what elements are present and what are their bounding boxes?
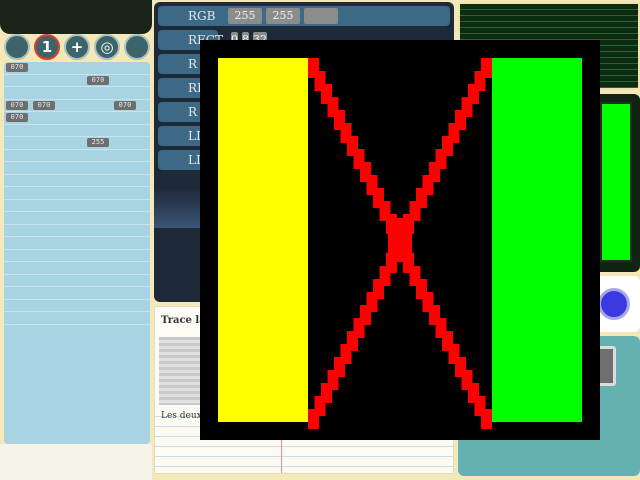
grid-row [4,87,150,100]
grid-row [4,162,150,175]
grid-row [4,225,150,237]
grid-row [4,275,150,287]
grid-row [4,200,150,212]
green-bar [492,58,582,422]
grid-value-tag: 070 [6,100,28,110]
grid-value-tag: 070 [6,113,28,122]
pixel-canvas [200,40,600,440]
grid-row [4,312,150,325]
instruction-note: Les deux [161,411,202,421]
grid-row: 070 [4,112,150,125]
grid-value-tag: 255 [87,138,109,147]
tool-3-button[interactable]: + [64,34,90,60]
grid-row [4,125,150,137]
grid-row: 070 070 070 [4,100,150,112]
tool-4-button[interactable]: ◎ [94,34,120,60]
grid-value-tag: 070 [114,100,136,110]
grid-row [4,250,150,262]
grid-row [4,187,150,200]
grid-row [4,262,150,275]
memory-grid: 070 070 070 070 070 070 255 [4,62,150,444]
grid-row: 255 [4,137,150,150]
grid-row: 070 [4,75,150,87]
grid-row [4,212,150,225]
grid-row [4,237,150,250]
grid-value-tag: 070 [87,75,109,85]
left-header-panel [0,0,152,34]
yellow-bar [218,58,308,422]
grid-row: 070 [4,62,150,75]
tool-5-button[interactable] [124,34,150,60]
command-param[interactable] [304,8,338,24]
red-center-pixel [388,218,412,262]
canvas-preview-popup[interactable] [200,40,600,440]
grid-row [4,300,150,312]
command-row[interactable]: RGB 255 255 [158,6,450,26]
tool-2-button[interactable]: 1 [34,34,60,60]
grid-row [4,150,150,162]
run-button[interactable] [598,288,630,320]
command-param[interactable]: 255 [266,8,300,24]
grid-value-tag: 070 [33,100,55,110]
tool-row: 1 + ◎ [2,32,152,62]
tool-1-button[interactable] [4,34,30,60]
grid-row [4,287,150,300]
instruction-title: Trace la [161,315,206,326]
grid-row [4,175,150,187]
preview-green-bar [600,102,632,262]
command-param[interactable]: 255 [228,8,262,24]
left-footer [0,444,152,480]
grid-value-tag: 070 [6,63,28,72]
command-label: RGB [188,9,216,23]
